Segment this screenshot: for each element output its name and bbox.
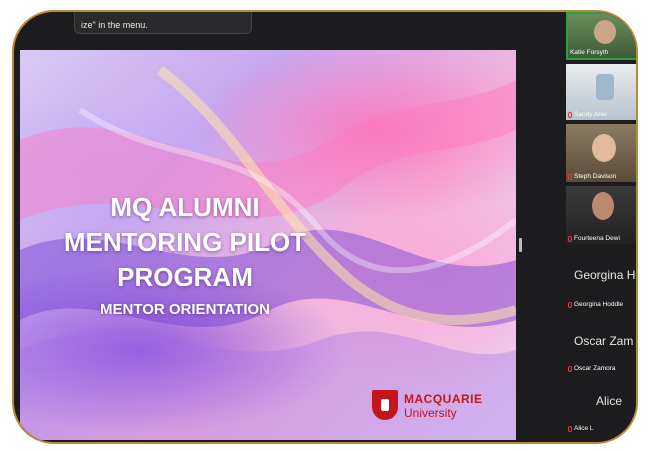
slide-title-line-2: MENTORING PILOT (63, 227, 307, 257)
menu-tooltip: ize" in the menu. (74, 12, 252, 34)
participant-name: Oscar Zamora (566, 365, 616, 372)
mic-muted-icon (568, 173, 572, 180)
macquarie-logo: MACQUARIE University (372, 386, 502, 426)
participant-display-name: Oscar Zam (574, 334, 634, 348)
participant-name: Fourteena Dewi (566, 235, 620, 242)
participant-name: Georgina Hoddle (566, 301, 623, 308)
participants-panel: Katie Forsyth Sandy Ariel Steph Davison … (562, 12, 638, 442)
participant-display-name: Alice (596, 394, 623, 408)
slide-title-line-3: PROGRAM (117, 262, 253, 292)
participant-name: Sandy Ariel (566, 111, 607, 118)
mic-muted-icon (568, 301, 572, 308)
panel-resize-handle[interactable] (519, 238, 522, 252)
participant-display-name: Georgina Ho (574, 268, 638, 282)
participant-tile[interactable]: Alice Alice L (566, 378, 636, 434)
tooltip-text: ize" in the menu. (81, 20, 148, 30)
meeting-window: ize" in the menu. MQ ALUMNI MENTORING PI… (12, 10, 638, 444)
slide-title-line-1: MQ ALUMNI (110, 192, 260, 222)
participant-tile[interactable]: Oscar Zam Oscar Zamora (566, 314, 636, 374)
participant-tile[interactable]: Steph Davison (566, 124, 636, 182)
shared-screen-slide[interactable]: MQ ALUMNI MENTORING PILOT PROGRAM MENTOR… (20, 50, 516, 440)
participant-tile[interactable]: Sandy Ariel (566, 64, 636, 120)
participant-tile[interactable]: Georgina Ho Georgina Hoddle (566, 252, 638, 310)
participant-name: Katie Forsyth (570, 49, 609, 56)
participant-tile[interactable]: Fourteena Dewi (566, 186, 636, 244)
mic-muted-icon (568, 365, 572, 372)
mic-muted-icon (568, 425, 572, 432)
logo-wordmark: MACQUARIE (404, 392, 483, 406)
participant-tile[interactable]: Katie Forsyth (566, 12, 636, 60)
mic-muted-icon (568, 111, 572, 118)
participant-name: Steph Davison (566, 173, 616, 180)
shield-icon (372, 390, 398, 420)
mic-muted-icon (568, 235, 572, 242)
participant-name: Alice L (566, 425, 594, 432)
logo-wordmark-sub: University (404, 406, 457, 420)
slide-subtitle: MENTOR ORIENTATION (100, 301, 270, 318)
